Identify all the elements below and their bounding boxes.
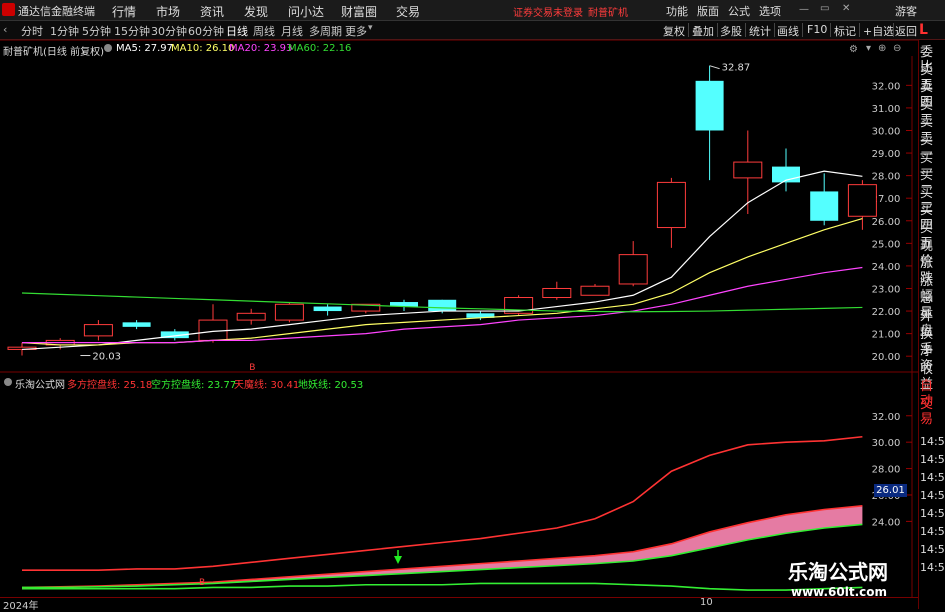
y-tick-label: 29.00: [872, 149, 901, 160]
candle-body: [313, 306, 342, 312]
y-tick-label: 28.00: [872, 465, 901, 476]
y-tick-label: 32.00: [872, 412, 901, 423]
watermark-url: www.60lt.com: [791, 585, 888, 599]
candle-body: [83, 324, 113, 337]
candle-body: [236, 312, 266, 321]
trade-time: 14:56: [920, 525, 945, 538]
y-tick-label: 23.00: [872, 284, 901, 295]
month-label: 10: [700, 597, 713, 608]
high-price-label: 32.87: [722, 63, 751, 74]
candle-body: [618, 254, 648, 285]
quote-panel-item: 交易: [920, 397, 934, 427]
y-tick-label: 21.00: [872, 330, 901, 341]
y-tick-label: 26.00: [872, 217, 901, 228]
trade-time: 14:56: [920, 543, 945, 556]
candle-body: [733, 161, 763, 179]
candle-body: [656, 181, 686, 229]
trade-time: 14:56: [920, 561, 945, 574]
buy-marker: B: [199, 578, 205, 588]
y-tick-label: 22.00: [872, 307, 901, 318]
y-tick-label: 30.00: [872, 126, 901, 137]
time-axis: [0, 597, 918, 610]
indicator-line: [21, 505, 863, 589]
y-tick-label: 24.00: [872, 517, 901, 528]
y-tick-label: 24.00: [872, 262, 901, 273]
y-tick-label: 31.00: [872, 104, 901, 115]
year-label: 2024年: [3, 601, 39, 612]
candle-body: [542, 287, 572, 299]
y-tick-label: 20.00: [872, 352, 901, 363]
y-tick-label: 25.00: [872, 239, 901, 250]
trade-time: 14:56: [920, 435, 945, 448]
candle-body: [847, 184, 877, 217]
trade-time: 14:56: [920, 453, 945, 466]
candle-body: [274, 303, 304, 321]
low-price-label: 20.03: [92, 352, 121, 363]
indicator-line: [22, 435, 863, 572]
trade-time: 14:56: [920, 471, 945, 484]
crosshair-value-tag: 26.01: [874, 484, 907, 497]
candle-body: [695, 80, 724, 131]
watermark-name: 乐淘公式网: [788, 560, 888, 584]
y-tick-label: 28.00: [872, 172, 901, 183]
buy-marker: B: [249, 363, 255, 373]
candle-body: [580, 285, 610, 296]
high-pointer: [709, 65, 720, 70]
candle-body: [122, 322, 151, 327]
trade-time: 14:56: [920, 489, 945, 502]
control-band: [22, 505, 863, 588]
y-tick-label: 30.00: [872, 438, 901, 449]
y-tick-label: 32.00: [872, 81, 901, 92]
candle-body: [810, 191, 839, 221]
trade-time: 14:56: [920, 507, 945, 520]
chart-canvas[interactable]: 20.0021.0022.0023.0024.0025.0026.0027.00…: [0, 0, 945, 609]
candle-body: [428, 299, 457, 312]
